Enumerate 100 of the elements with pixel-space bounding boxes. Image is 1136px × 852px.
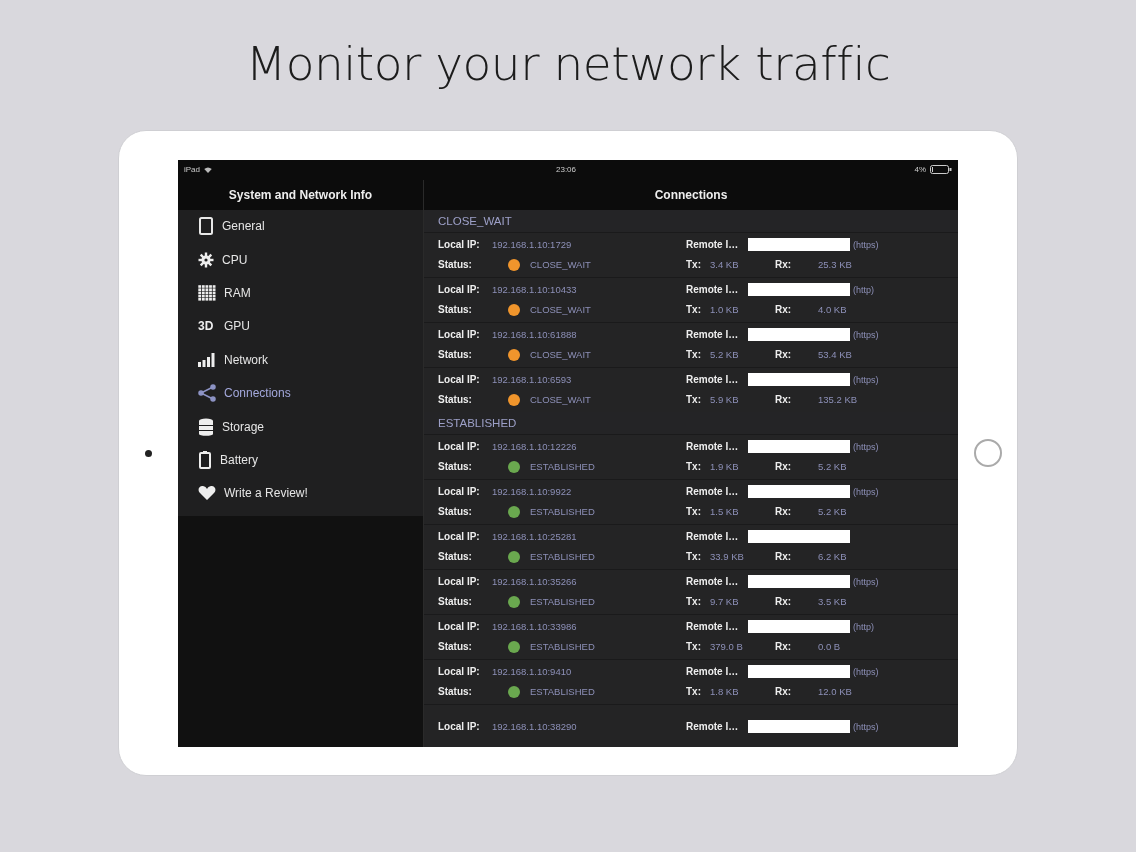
detail-title: Connections — [654, 187, 728, 202]
connection-row[interactable]: Local IP: 192.168.1.10:25281 Remote I… Status: ESTABLISHED Tx: 33.9 KB Rx: 6.2 KB — [424, 524, 958, 569]
field-label: Status: — [437, 394, 473, 405]
field-label: Local IP: — [437, 239, 481, 250]
connection-row[interactable]: Local IP: 192.168.1.10:9922 Remote I… (https) Status: ESTABLISHED Tx: 1.5 KB Rx: 5.2 KB — [424, 479, 958, 524]
field-label: Status: — [437, 304, 473, 315]
status-value: ESTABLISHED — [530, 596, 595, 607]
field-label: Tx: — [686, 349, 702, 360]
field-label: Remote I… — [686, 239, 740, 250]
field-label: Tx: — [686, 641, 702, 652]
home-button[interactable] — [973, 439, 1002, 467]
sidebar-item[interactable]: Write a Review! — [178, 476, 423, 510]
field-label: Rx: — [775, 394, 793, 405]
field-label: Status: — [437, 551, 473, 562]
tx-value: 9.7 KB — [710, 596, 740, 607]
local-ip: 192.168.1.10:33986 — [492, 621, 578, 632]
status-value: CLOSE_WAIT — [530, 349, 591, 360]
rx-value: 135.2 KB — [818, 394, 858, 405]
device-name: iPad — [184, 165, 200, 174]
field-label: Tx: — [686, 686, 702, 697]
rx-value: 5.2 KB — [818, 461, 847, 472]
field-label: Local IP: — [437, 486, 481, 497]
field-label: Rx: — [775, 506, 793, 517]
field-label: Local IP: — [437, 576, 481, 587]
field-label: Local IP: — [437, 329, 481, 340]
sidebar-item[interactable]: Network — [178, 343, 423, 377]
grid-icon — [198, 284, 216, 301]
sidebar-item[interactable]: Storage — [178, 409, 423, 444]
share-icon — [198, 384, 216, 403]
rx-value: 0.0 B — [818, 641, 841, 652]
field-label: Remote I… — [686, 284, 740, 295]
field-label: Local IP: — [437, 441, 481, 452]
protocol-label: (http) — [853, 621, 874, 632]
tx-value: 1.0 KB — [710, 304, 740, 315]
sidebar-item[interactable]: RAM — [178, 276, 423, 310]
battery-percent: 4% — [914, 165, 926, 174]
protocol-label: (https) — [853, 666, 879, 677]
section-header: CLOSE_WAIT — [424, 209, 958, 232]
camera-icon — [145, 449, 152, 457]
connection-row[interactable]: Local IP: 192.168.1.10:9410 Remote I… (https) Status: ESTABLISHED Tx: 1.8 KB Rx: 12.0 KB — [424, 659, 958, 704]
sidebar-item[interactable]: Connections — [178, 376, 423, 410]
sidebar-item[interactable]: CPU — [178, 242, 423, 277]
tx-value: 1.9 KB — [710, 461, 740, 472]
tx-value: 33.9 KB — [710, 551, 745, 562]
connection-row[interactable]: Local IP: 192.168.1.10:6593 Remote I… (https) Status: CLOSE_WAIT Tx: 5.9 KB Rx: 135.2 KB — [424, 367, 958, 412]
rx-value: 4.0 KB — [818, 304, 847, 315]
sidebar-item[interactable]: Battery — [178, 443, 423, 477]
field-label: Local IP: — [437, 721, 481, 732]
tx-value: 5.9 KB — [710, 394, 740, 405]
local-ip: 192.168.1.10:61888 — [492, 329, 578, 340]
field-label: Rx: — [775, 349, 793, 360]
local-ip: 192.168.1.10:25281 — [492, 531, 578, 542]
field-label: Remote I… — [686, 441, 740, 452]
tx-value: 379.0 B — [710, 641, 744, 652]
status-value: CLOSE_WAIT — [530, 259, 591, 270]
headline: Monitor your network traffic — [245, 36, 891, 93]
field-label: Tx: — [686, 551, 702, 562]
status-value: CLOSE_WAIT — [530, 394, 591, 405]
field-label: Remote I… — [686, 374, 740, 385]
connection-row[interactable]: Local IP: 192.168.1.10:1729 Remote I… (https) Status: CLOSE_WAIT Tx: 3.4 KB Rx: 25.3 KB — [424, 232, 958, 277]
local-ip: 192.168.1.10:10433 — [492, 284, 578, 295]
tablet-icon — [198, 217, 214, 236]
connection-row[interactable]: Local IP: 192.168.1.10:33986 Remote I… (http) Status: ESTABLISHED Tx: 379.0 B Rx: 0.0 B — [424, 614, 958, 659]
field-label: Rx: — [775, 259, 793, 270]
field-label: Tx: — [686, 506, 702, 517]
field-label: Status: — [437, 596, 473, 607]
rx-value: 53.4 KB — [818, 349, 852, 360]
field-label: Status: — [437, 461, 473, 472]
field-label: Remote I… — [686, 621, 740, 632]
status-value: ESTABLISHED — [530, 686, 595, 697]
connection-row[interactable]: Local IP: 192.168.1.10:61888 Remote I… (https) Status: CLOSE_WAIT Tx: 5.2 KB Rx: 53.4 KB — [424, 322, 958, 367]
field-label: Status: — [437, 686, 473, 697]
wifi-icon — [204, 166, 212, 173]
database-icon — [198, 417, 214, 436]
status-value: CLOSE_WAIT — [530, 304, 591, 315]
field-label: Local IP: — [437, 374, 481, 385]
rx-value: 3.5 KB — [818, 596, 847, 607]
field-label: Rx: — [775, 686, 793, 697]
local-ip: 192.168.1.10:6593 — [492, 374, 573, 385]
tx-value: 1.5 KB — [710, 506, 740, 517]
section-header: ESTABLISHED — [424, 411, 958, 434]
field-label: Tx: — [686, 259, 702, 270]
signal-bars-icon — [198, 352, 216, 367]
sidebar-item[interactable]: 3D GPU — [178, 309, 423, 344]
connection-row[interactable]: Local IP: 192.168.1.10:35266 Remote I… (https) Status: ESTABLISHED Tx: 9.7 KB Rx: 3.5 KB — [424, 569, 958, 614]
field-label: Tx: — [686, 304, 702, 315]
connection-row[interactable]: Local IP: 192.168.1.10:10433 Remote I… (http) Status: CLOSE_WAIT Tx: 1.0 KB Rx: 4.0 KB — [424, 277, 958, 322]
battery-icon — [930, 165, 952, 174]
field-label: Local IP: — [437, 621, 481, 632]
protocol-label: (http) — [853, 284, 874, 295]
local-ip: 192.168.1.10:1729 — [492, 239, 573, 250]
protocol-label: (https) — [853, 374, 879, 385]
rx-value: 25.3 KB — [818, 259, 852, 270]
sidebar-item[interactable]: General — [178, 209, 423, 243]
field-label: Status: — [437, 506, 473, 517]
connection-row[interactable]: Local IP: 192.168.1.10:12226 Remote I… (https) Status: ESTABLISHED Tx: 1.9 KB Rx: 5.2 KB — [424, 434, 958, 479]
sidebar-title: System and Network Info — [228, 187, 373, 202]
status-value: ESTABLISHED — [530, 551, 595, 562]
connection-row[interactable]: Local IP: 192.168.1.10:38290 Remote I… (https) — [424, 704, 958, 747]
tx-value: 5.2 KB — [710, 349, 740, 360]
